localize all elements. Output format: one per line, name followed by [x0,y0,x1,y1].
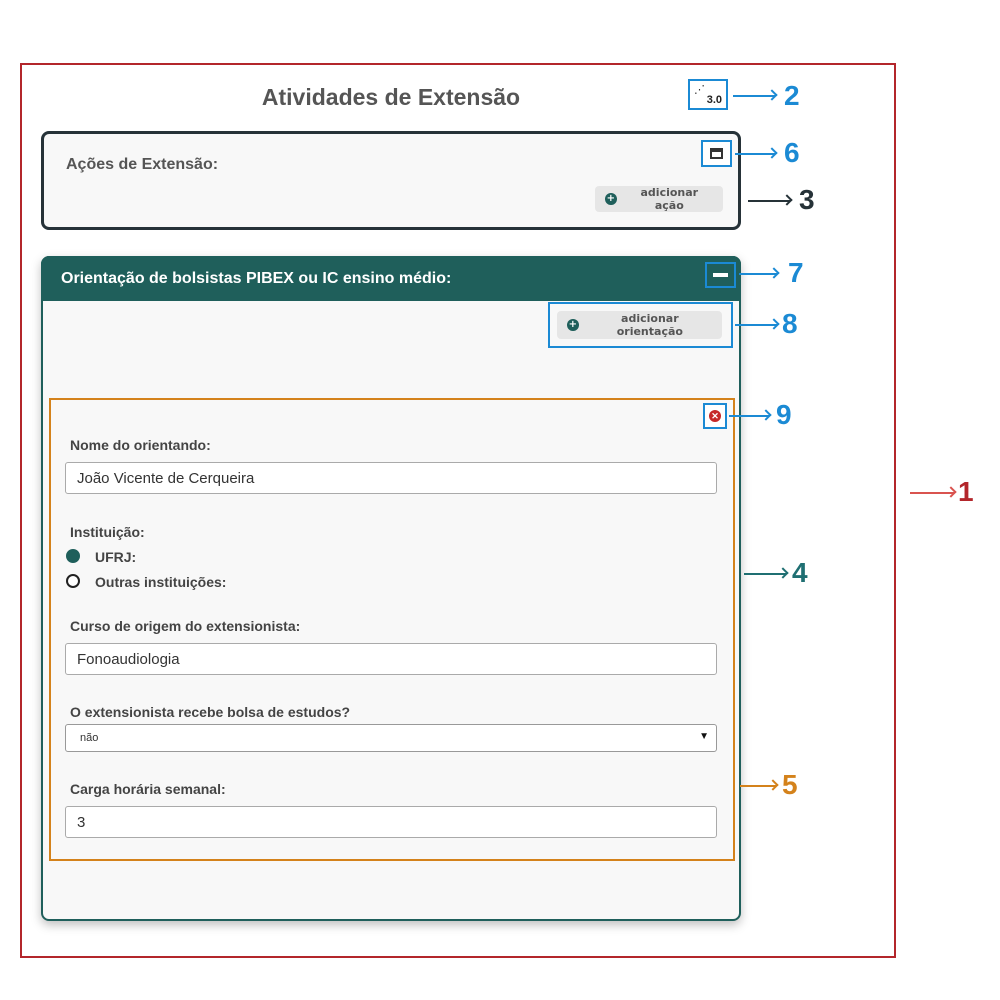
minus-icon [713,273,728,277]
callout-1: 1 [958,476,974,507]
add-acao-label: adicionar ação [640,186,699,212]
curso-input[interactable]: Fonoaudiologia [65,643,717,675]
instituicao-label: Instituição: [70,524,145,540]
callout-8: 8 [782,308,798,339]
callout-arrow-2 [733,95,775,97]
caret-down-icon: ▼ [699,731,709,742]
radio-ufrj[interactable] [66,549,80,563]
radio-outras-label: Outras instituições: [95,574,227,590]
close-circle-icon: ✕ [709,410,721,422]
add-orientacao-label: adicionar orientação [616,312,683,338]
callout-arrow-9 [729,415,769,417]
version-badge[interactable]: ⋰ 3.0 [688,79,728,110]
radio-ufrj-label: UFRJ: [95,549,137,565]
radio-outras[interactable] [66,574,80,588]
window-icon [710,148,723,159]
callout-6: 6 [784,137,800,168]
gauge-icon: ⋰ [694,84,706,96]
nome-label: Nome do orientando: [70,437,211,453]
plus-circle-icon: + [567,319,579,331]
expand-button[interactable] [701,140,732,167]
callout-arrow-4 [744,573,786,575]
collapse-button[interactable] [705,262,736,288]
carga-label: Carga horária semanal: [70,781,226,797]
callout-arrow-5 [740,785,776,787]
remove-orientando-button[interactable]: ✕ [703,403,727,429]
carga-input[interactable]: 3 [65,806,717,838]
bolsa-label: O extensionista recebe bolsa de estudos? [70,704,351,720]
callout-2: 2 [784,80,800,111]
bolsa-select-value: não [80,732,99,744]
acoes-card-title: Ações de Extensão: [66,156,219,173]
callout-4: 4 [792,557,808,588]
bolsa-select[interactable]: não ▼ [65,724,717,752]
callout-arrow-8 [735,324,777,326]
orientacao-card-title: Orientação de bolsistas PIBEX ou IC ensi… [61,270,452,287]
plus-circle-icon: + [605,193,617,205]
callout-3: 3 [799,184,815,215]
add-orientacao-button[interactable]: + adicionar orientação [557,311,722,339]
page-title: Atividades de Extensão [261,84,521,110]
callout-arrow-1 [910,492,954,494]
curso-label: Curso de origem do extensionista: [70,618,301,634]
callout-arrow-7 [739,273,777,275]
version-label: 3.0 [706,94,722,106]
nome-input[interactable]: João Vicente de Cerqueira [65,462,717,494]
callout-7: 7 [788,257,804,288]
add-acao-button[interactable]: + adicionar ação [595,186,723,212]
callout-arrow-3 [748,200,790,202]
acoes-card [41,131,741,230]
callout-arrow-6 [735,153,775,155]
callout-9: 9 [776,399,792,430]
callout-5: 5 [782,769,798,800]
